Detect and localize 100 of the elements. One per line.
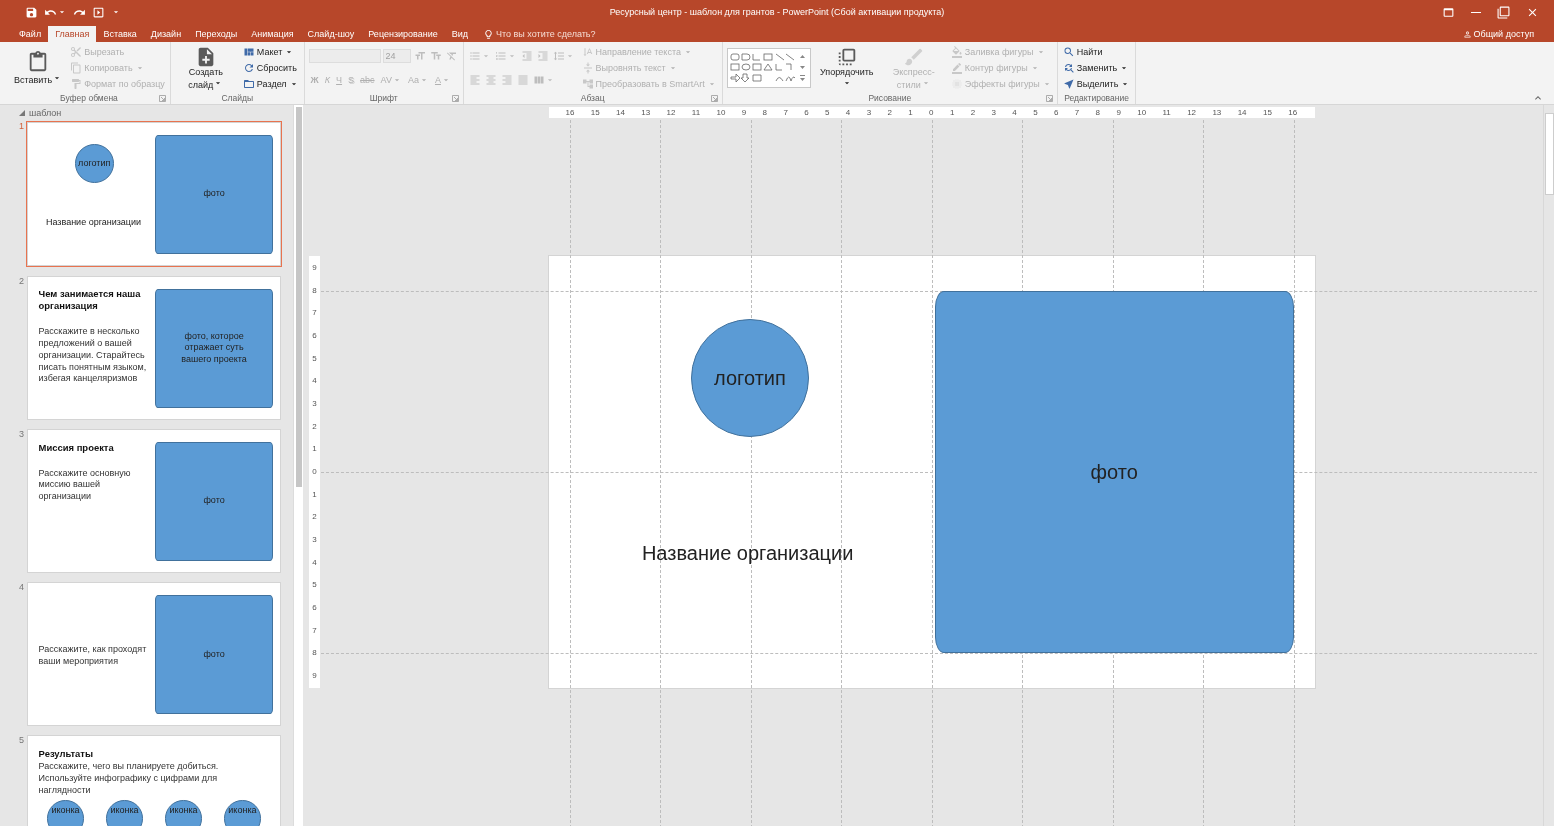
ruler-number: 9 — [741, 108, 747, 117]
ruler-number: 14 — [616, 108, 625, 117]
dialog-launcher-icon[interactable] — [1045, 95, 1053, 102]
share-button[interactable]: Общий доступ — [1456, 26, 1540, 42]
ruler-number: 4 — [312, 377, 317, 386]
ruler-number: 2 — [970, 108, 976, 117]
ribbon-button[interactable]: Раздел — [241, 76, 300, 92]
ribbon-button[interactable]: Найти — [1061, 44, 1104, 60]
minimize-icon — [1471, 11, 1481, 13]
slide-text: Расскажите, чего вы планируете добиться. Используйте инфографику с цифрами для наглядности — [38, 761, 220, 797]
section-label: шаблон — [29, 108, 62, 118]
paint-bucket-icon — [950, 46, 963, 58]
ruler-number: 6 — [312, 331, 317, 340]
dialog-launcher-icon[interactable] — [451, 95, 459, 102]
text-direction-icon — [581, 46, 594, 58]
slideshow-icon — [92, 5, 105, 19]
ruler-number: 14 — [1237, 108, 1247, 117]
ruler-number: 4 — [845, 108, 851, 117]
slide-number: 5 — [18, 735, 25, 746]
slide-number: 1 — [18, 121, 25, 131]
group-label: Буфер обмена — [60, 93, 118, 103]
ruler-number: 9 — [312, 264, 317, 272]
slide-text: Расскажите в несколько предложений о вашей организации. Старайтесь писать понятным языком, избегая канцеляризмов — [38, 326, 148, 385]
ribbon-tab[interactable]: Вставка — [96, 26, 144, 42]
ruler-number: 7 — [312, 626, 317, 635]
slide-number: 3 — [18, 429, 25, 440]
slide-text: Расскажите основную миссию вашей организации — [38, 467, 132, 503]
ribbon-button[interactable]: Заменить — [1061, 60, 1131, 76]
justify-icon — [516, 74, 529, 86]
photo-placeholder: фото — [155, 134, 274, 254]
tell-me-field[interactable]: Что вы хотите сделать? — [496, 29, 627, 39]
ribbon-tab[interactable]: Анимация — [244, 26, 301, 42]
align-right-icon — [500, 74, 513, 86]
ribbon-button[interactable]: Выделить — [1061, 76, 1132, 92]
slide-title: Миссия проекта — [38, 441, 115, 454]
grow-font-icon — [413, 50, 426, 62]
person-icon — [1462, 29, 1472, 39]
shapes-gallery[interactable] — [726, 48, 811, 88]
group-label: Шрифт — [369, 93, 398, 103]
ruler-number: 8 — [762, 108, 768, 117]
ruler-number: 15 — [1262, 108, 1272, 117]
pointer-icon — [1062, 78, 1075, 90]
ribbon-button[interactable]: Сбросить — [241, 60, 298, 76]
expand-triangle-icon[interactable] — [19, 110, 25, 116]
ribbon-button[interactable]: Упорядочить — [815, 44, 878, 92]
minimize-button[interactable] — [1470, 10, 1482, 14]
ruler-number: 8 — [1095, 108, 1101, 117]
slide-thumbnail[interactable]: логотип Название организации фото — [26, 121, 282, 268]
scrollbar[interactable] — [293, 105, 303, 826]
restore-icon — [1497, 5, 1510, 19]
ribbon-tab[interactable]: Главная — [48, 26, 97, 42]
increase-indent-icon — [536, 50, 549, 62]
ribbon-tab[interactable]: Вид — [444, 26, 476, 42]
ruler-number: 5 — [1033, 108, 1038, 117]
ruler-number: 16 — [565, 108, 575, 117]
ruler-number: 12 — [1187, 108, 1197, 117]
slide-title: Чем занимается наша организация — [38, 288, 142, 313]
ruler-number: 3 — [991, 108, 996, 117]
ruler-number: 3 — [312, 535, 317, 544]
ruler-number: 6 — [804, 108, 809, 117]
ruler-number: 6 — [1053, 108, 1059, 117]
ruler-number: 8 — [312, 286, 317, 295]
lightbulb-icon — [483, 28, 495, 40]
ruler-number: 9 — [312, 671, 317, 680]
ruler-number: 0 — [312, 467, 317, 476]
folder-icon — [242, 78, 255, 90]
copy-icon — [70, 62, 83, 74]
ruler-number: 11 — [1162, 108, 1171, 117]
ribbon-tab[interactable]: Рецензирование — [361, 26, 445, 42]
window-title: Ресурсный центр - шаблон для грантов - PowerPoint (Сбой активации продукта) — [609, 7, 945, 17]
organization-name: Название организации — [44, 216, 143, 228]
dialog-launcher-icon[interactable] — [710, 95, 718, 102]
group-label: Рисование — [868, 93, 912, 103]
group-label: Абзац — [580, 93, 605, 103]
photo-placeholder: фото — [155, 594, 274, 714]
pencil-icon — [950, 62, 963, 74]
ribbon-tab[interactable]: Переходы — [188, 26, 245, 42]
ruler-number: 1 — [312, 445, 317, 454]
ribbon-button[interactable]: Вставить — [12, 49, 65, 87]
dialog-launcher-icon[interactable] — [158, 95, 166, 102]
ribbon-tab[interactable]: Слайд-шоу — [300, 26, 362, 42]
ruler-number: 13 — [641, 108, 651, 117]
ruler-number: 2 — [312, 422, 317, 431]
ribbon-button[interactable]: Макет — [241, 44, 296, 60]
window-icon — [1442, 5, 1455, 19]
layout-icon — [242, 46, 255, 58]
ribbon-button[interactable]: Создать слайд — [174, 44, 237, 92]
scrollbar[interactable] — [1543, 105, 1554, 826]
save-icon — [25, 5, 38, 19]
restore-button[interactable] — [1496, 4, 1511, 20]
hierarchy-icon — [581, 78, 594, 90]
ribbon-tab[interactable]: Файл — [12, 26, 49, 42]
bullets-icon — [468, 50, 481, 62]
ruler-number: 11 — [691, 108, 701, 117]
ruler-number: 5 — [825, 108, 830, 117]
slide-title: Результаты — [38, 747, 94, 760]
decrease-indent-icon — [520, 50, 533, 62]
ribbon-tab[interactable]: Дизайн — [143, 26, 189, 42]
ruler-number: 12 — [666, 108, 676, 117]
clear-format-icon — [445, 50, 458, 62]
